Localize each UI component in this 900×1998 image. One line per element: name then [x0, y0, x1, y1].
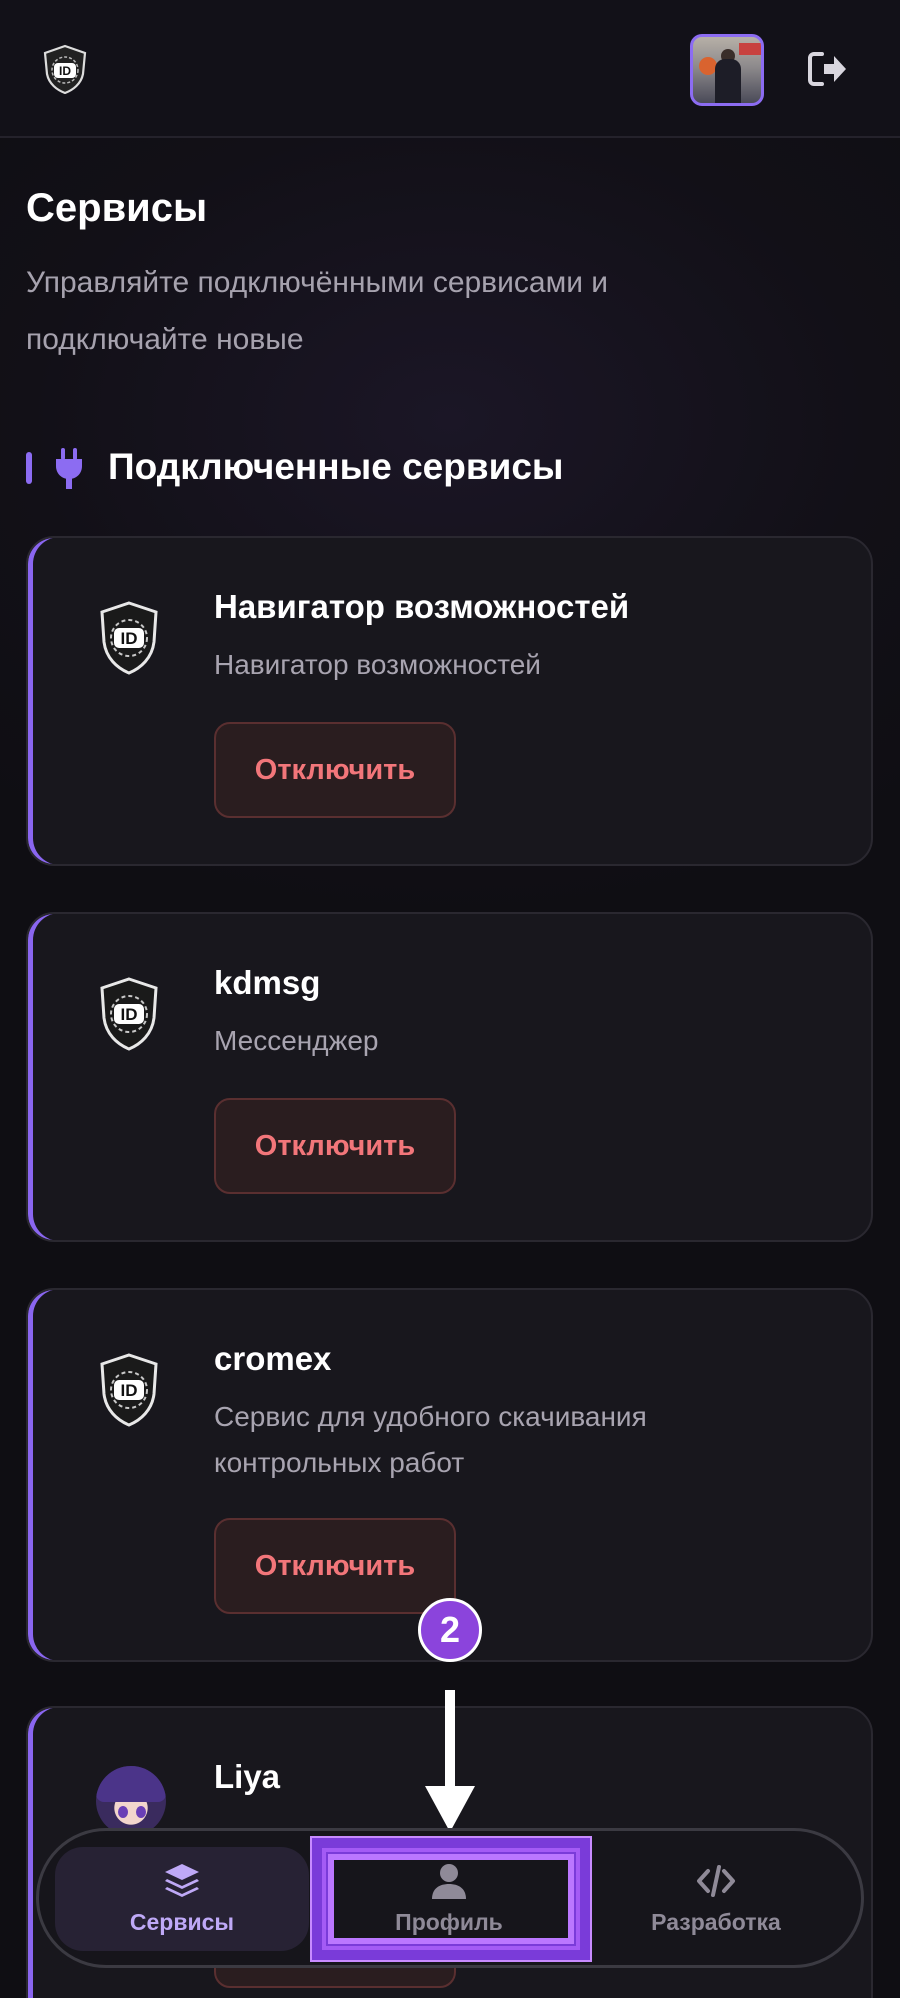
id-shield-logo-icon[interactable]: ID	[42, 44, 88, 94]
service-description: Сервис для удобного скачивания контрольн…	[214, 1401, 647, 1478]
disconnect-button[interactable]: Отключить	[214, 1098, 456, 1194]
service-name: cromex	[214, 1340, 332, 1377]
service-description: Мессенджер	[214, 1025, 379, 1056]
service-card: ID Навигатор возможностей Навигатор возм…	[26, 536, 873, 866]
page-title: Сервисы	[26, 186, 208, 230]
service-description: Навигатор возможностей	[214, 649, 541, 680]
id-shield-icon: ID	[100, 1353, 158, 1427]
annotation-highlight-inner	[328, 1854, 574, 1944]
logout-icon[interactable]	[808, 50, 848, 88]
nav-item-development[interactable]: Разработка	[589, 1847, 843, 1951]
id-shield-icon: ID	[100, 601, 158, 675]
plug-icon	[56, 448, 82, 489]
service-name: Liya	[214, 1758, 281, 1795]
service-card: ID kdmsg Мессенджер Отключить	[26, 912, 873, 1242]
disconnect-button[interactable]: Отключить	[214, 1518, 456, 1614]
liya-avatar-icon	[96, 1766, 166, 1836]
annotation-arrow-head	[425, 1786, 475, 1832]
svg-text:ID: ID	[121, 629, 138, 648]
user-avatar-icon[interactable]	[690, 34, 764, 106]
section-title: Подключенные сервисы	[108, 446, 564, 487]
svg-text:ID: ID	[121, 1381, 138, 1400]
disconnect-button[interactable]: Отключить	[214, 722, 456, 818]
top-header: ID	[0, 0, 900, 138]
nav-label: Сервисы	[129, 1909, 235, 1935]
service-name: Навигатор возможностей	[214, 588, 630, 625]
page-subtitle: Управляйте подключёнными сервисами и под…	[26, 266, 609, 356]
connected-services-header: Подключенные сервисы	[26, 444, 826, 494]
step-badge: 2	[418, 1598, 482, 1662]
layers-icon	[165, 1864, 199, 1897]
nav-label: Разработка	[651, 1909, 781, 1935]
svg-text:ID: ID	[121, 1005, 138, 1024]
service-name: kdmsg	[214, 964, 321, 1001]
id-shield-icon: ID	[100, 977, 158, 1051]
nav-item-services[interactable]: Сервисы	[55, 1847, 309, 1951]
app-root: ID Сервисы Управляйте подключёнными серв…	[0, 0, 900, 1998]
svg-text:ID: ID	[59, 64, 71, 78]
code-icon	[697, 1865, 735, 1897]
annotation-arrow-shaft	[445, 1690, 455, 1800]
section-accent-bar	[26, 452, 32, 484]
